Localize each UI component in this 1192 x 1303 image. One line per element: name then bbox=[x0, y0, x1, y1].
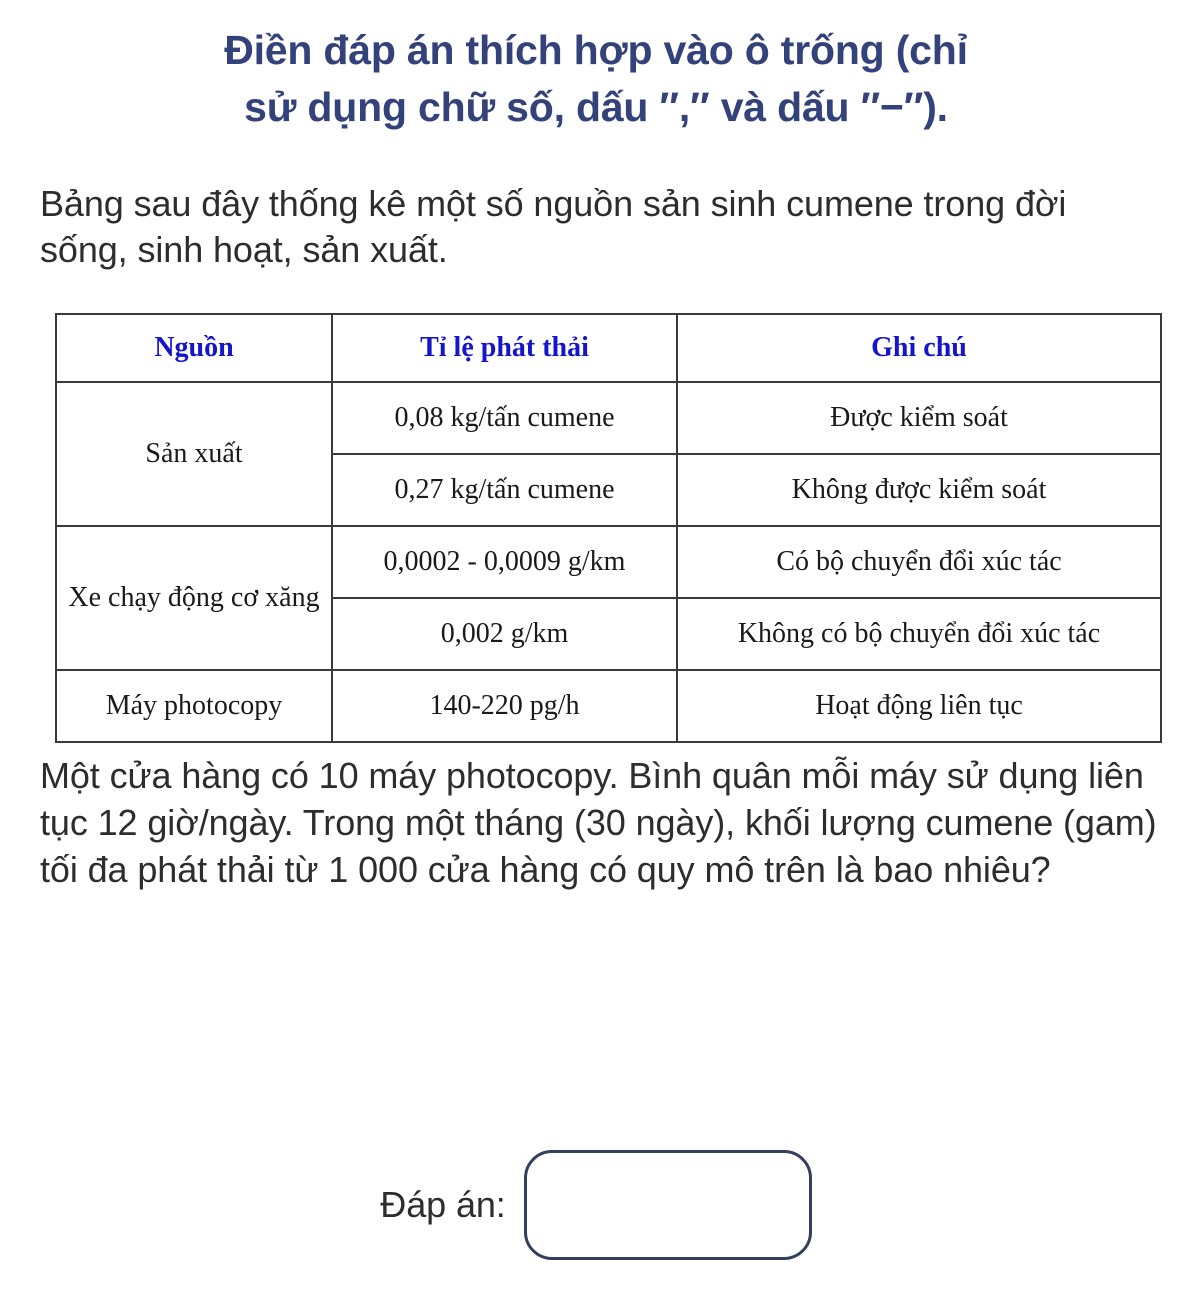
table-row: Máy photocopy 140-220 pg/h Hoạt động liê… bbox=[55, 669, 1162, 743]
cell-note: Được kiểm soát bbox=[676, 381, 1162, 455]
cell-rate: 0,27 kg/tấn cumene bbox=[331, 453, 678, 527]
intro-paragraph: Bảng sau đây thống kê một số nguồn sản s… bbox=[40, 183, 1067, 270]
column-header-note: Ghi chú bbox=[676, 313, 1162, 383]
cell-source: Xe chạy động cơ xăng bbox=[55, 525, 333, 671]
page-title: Điền đáp án thích hợp vào ô trống (chỉ s… bbox=[0, 22, 1192, 136]
cell-source: Sản xuất bbox=[55, 381, 333, 527]
answer-row: Đáp án: bbox=[0, 1150, 1192, 1260]
emission-table: Nguồn Tỉ lệ phát thải Ghi chú Sản xuất 0… bbox=[55, 313, 1162, 743]
answer-label: Đáp án: bbox=[380, 1184, 506, 1225]
cell-note: Hoạt động liên tục bbox=[676, 669, 1162, 743]
cell-note: Có bộ chuyển đổi xúc tác bbox=[676, 525, 1162, 599]
cell-source: Máy photocopy bbox=[55, 669, 333, 743]
emission-table-container: Nguồn Tỉ lệ phát thải Ghi chú Sản xuất 0… bbox=[55, 313, 1162, 743]
cell-note: Không được kiểm soát bbox=[676, 453, 1162, 527]
column-header-emission-rate: Tỉ lệ phát thải bbox=[331, 313, 678, 383]
page-title-line-1: Điền đáp án thích hợp vào ô trống (chỉ bbox=[224, 27, 968, 73]
cell-rate: 140-220 pg/h bbox=[331, 669, 678, 743]
question-paragraph: Một cửa hàng có 10 máy photocopy. Bình q… bbox=[40, 755, 1157, 890]
page-title-line-2: sử dụng chữ số, dấu ″,″ và dấu ″−″). bbox=[244, 84, 948, 130]
cell-note: Không có bộ chuyển đổi xúc tác bbox=[676, 597, 1162, 671]
table-row: Sản xuất 0,08 kg/tấn cumene Được kiểm so… bbox=[55, 381, 1162, 527]
table-header-row: Nguồn Tỉ lệ phát thải Ghi chú bbox=[55, 313, 1162, 383]
table-header: Nguồn Tỉ lệ phát thải Ghi chú bbox=[55, 313, 1162, 383]
column-header-source: Nguồn bbox=[55, 313, 333, 383]
answer-input[interactable] bbox=[523, 1150, 812, 1260]
cell-rate: 0,002 g/km bbox=[331, 597, 678, 671]
table-body: Sản xuất 0,08 kg/tấn cumene Được kiểm so… bbox=[55, 381, 1162, 743]
cell-rate: 0,0002 - 0,0009 g/km bbox=[331, 525, 678, 599]
table-row: Xe chạy động cơ xăng 0,0002 - 0,0009 g/k… bbox=[55, 525, 1162, 671]
cell-rate: 0,08 kg/tấn cumene bbox=[331, 381, 678, 455]
